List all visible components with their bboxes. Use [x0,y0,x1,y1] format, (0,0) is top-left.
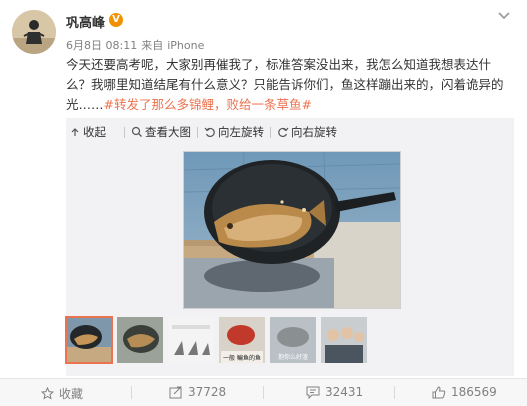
repost-count: 37728 [188,385,227,399]
repost-icon [169,386,182,398]
toolbar-divider [197,127,198,138]
view-large-button[interactable]: 查看大图 [131,124,191,140]
rotate-right-button[interactable]: 向右旋转 [277,124,337,140]
rotate-left-icon [204,127,215,138]
comment-icon [306,386,320,399]
favorite-label: 收藏 [59,387,84,401]
post-source[interactable]: iPhone [167,39,204,52]
star-icon [41,387,54,400]
main-image-frying-fish[interactable] [183,151,401,309]
view-large-label: 查看大图 [145,125,191,139]
author-name[interactable]: 巩高峰 [66,12,105,31]
chevron-down-icon[interactable] [495,8,513,22]
rotate-right-label: 向右旋转 [291,125,337,139]
frying-fish-picture [184,152,400,308]
verified-badge-icon: V [109,13,123,27]
thumbnail-6[interactable] [321,317,367,363]
thumbnail-3[interactable] [168,317,214,363]
thumbnail-image [321,317,367,363]
action-bar: 收藏 37728 32431 186569 [0,378,527,406]
action-divider [263,386,264,399]
thumbnail-image: 抱你么好渣 [270,317,316,363]
thumbnail-4[interactable]: 一般 鳊鱼的鱼 [219,317,265,363]
post-body: 今天还要高考呢，大家别再催我了，标准答案没出来，我怎么知道我想表达什么？我哪里知… [66,55,514,115]
comment-button[interactable]: 32431 [306,385,363,399]
thumbnail-image [168,317,214,363]
rotate-right-icon [278,127,289,138]
rotate-left-label: 向左旋转 [218,125,264,139]
collapse-button[interactable]: 收起 [69,124,106,140]
comment-count: 32431 [325,385,364,399]
thumbnail-image: 一般 鳊鱼的鱼 [219,317,265,363]
action-divider [131,386,132,399]
post-meta: 6月8日 08:11 来自 iPhone [66,37,208,53]
hashtag-link[interactable]: #转发了那么多锦鲤，败给一条草鱼# [104,97,312,112]
thumbnail-2[interactable] [117,317,163,363]
post-date[interactable]: 6月8日 08:11 [66,39,137,52]
toolbar-divider [124,127,125,138]
collapse-label: 收起 [83,125,106,139]
rotate-left-button[interactable]: 向左旋转 [204,124,264,140]
avatar-image [12,10,56,54]
thumbnail-5[interactable]: 抱你么好渣 [270,317,316,363]
favorite-button[interactable]: 收藏 [41,385,83,402]
weibo-post-card: 巩高峰 V 6月8日 08:11 来自 iPhone 今天还要高考呢，大家别再催我了… [0,0,527,406]
toolbar-divider [270,127,271,138]
like-button[interactable]: 186569 [432,385,497,399]
thumbnail-image [66,317,112,363]
media-toolbar: 收起 查看大图 向左旋转 向右旋转 [66,122,514,142]
avatar[interactable] [12,10,56,54]
thumbnail-caption: 一般 鳊鱼的鱼 [223,354,261,362]
thumbs-up-icon [432,385,446,398]
like-count: 186569 [451,385,497,399]
collapse-arrow-icon [71,128,79,136]
thumbnail-image [117,317,163,363]
source-prefix: 来自 [141,39,164,52]
magnifier-icon [131,126,142,137]
media-panel: 收起 查看大图 向左旋转 向右旋转 一般 鳊鱼的鱼 抱你么好渣 [65,118,514,376]
thumbnail-caption: 抱你么好渣 [278,353,308,361]
thumbnail-1[interactable] [65,316,113,364]
repost-button[interactable]: 37728 [169,385,226,399]
action-divider [394,386,395,399]
